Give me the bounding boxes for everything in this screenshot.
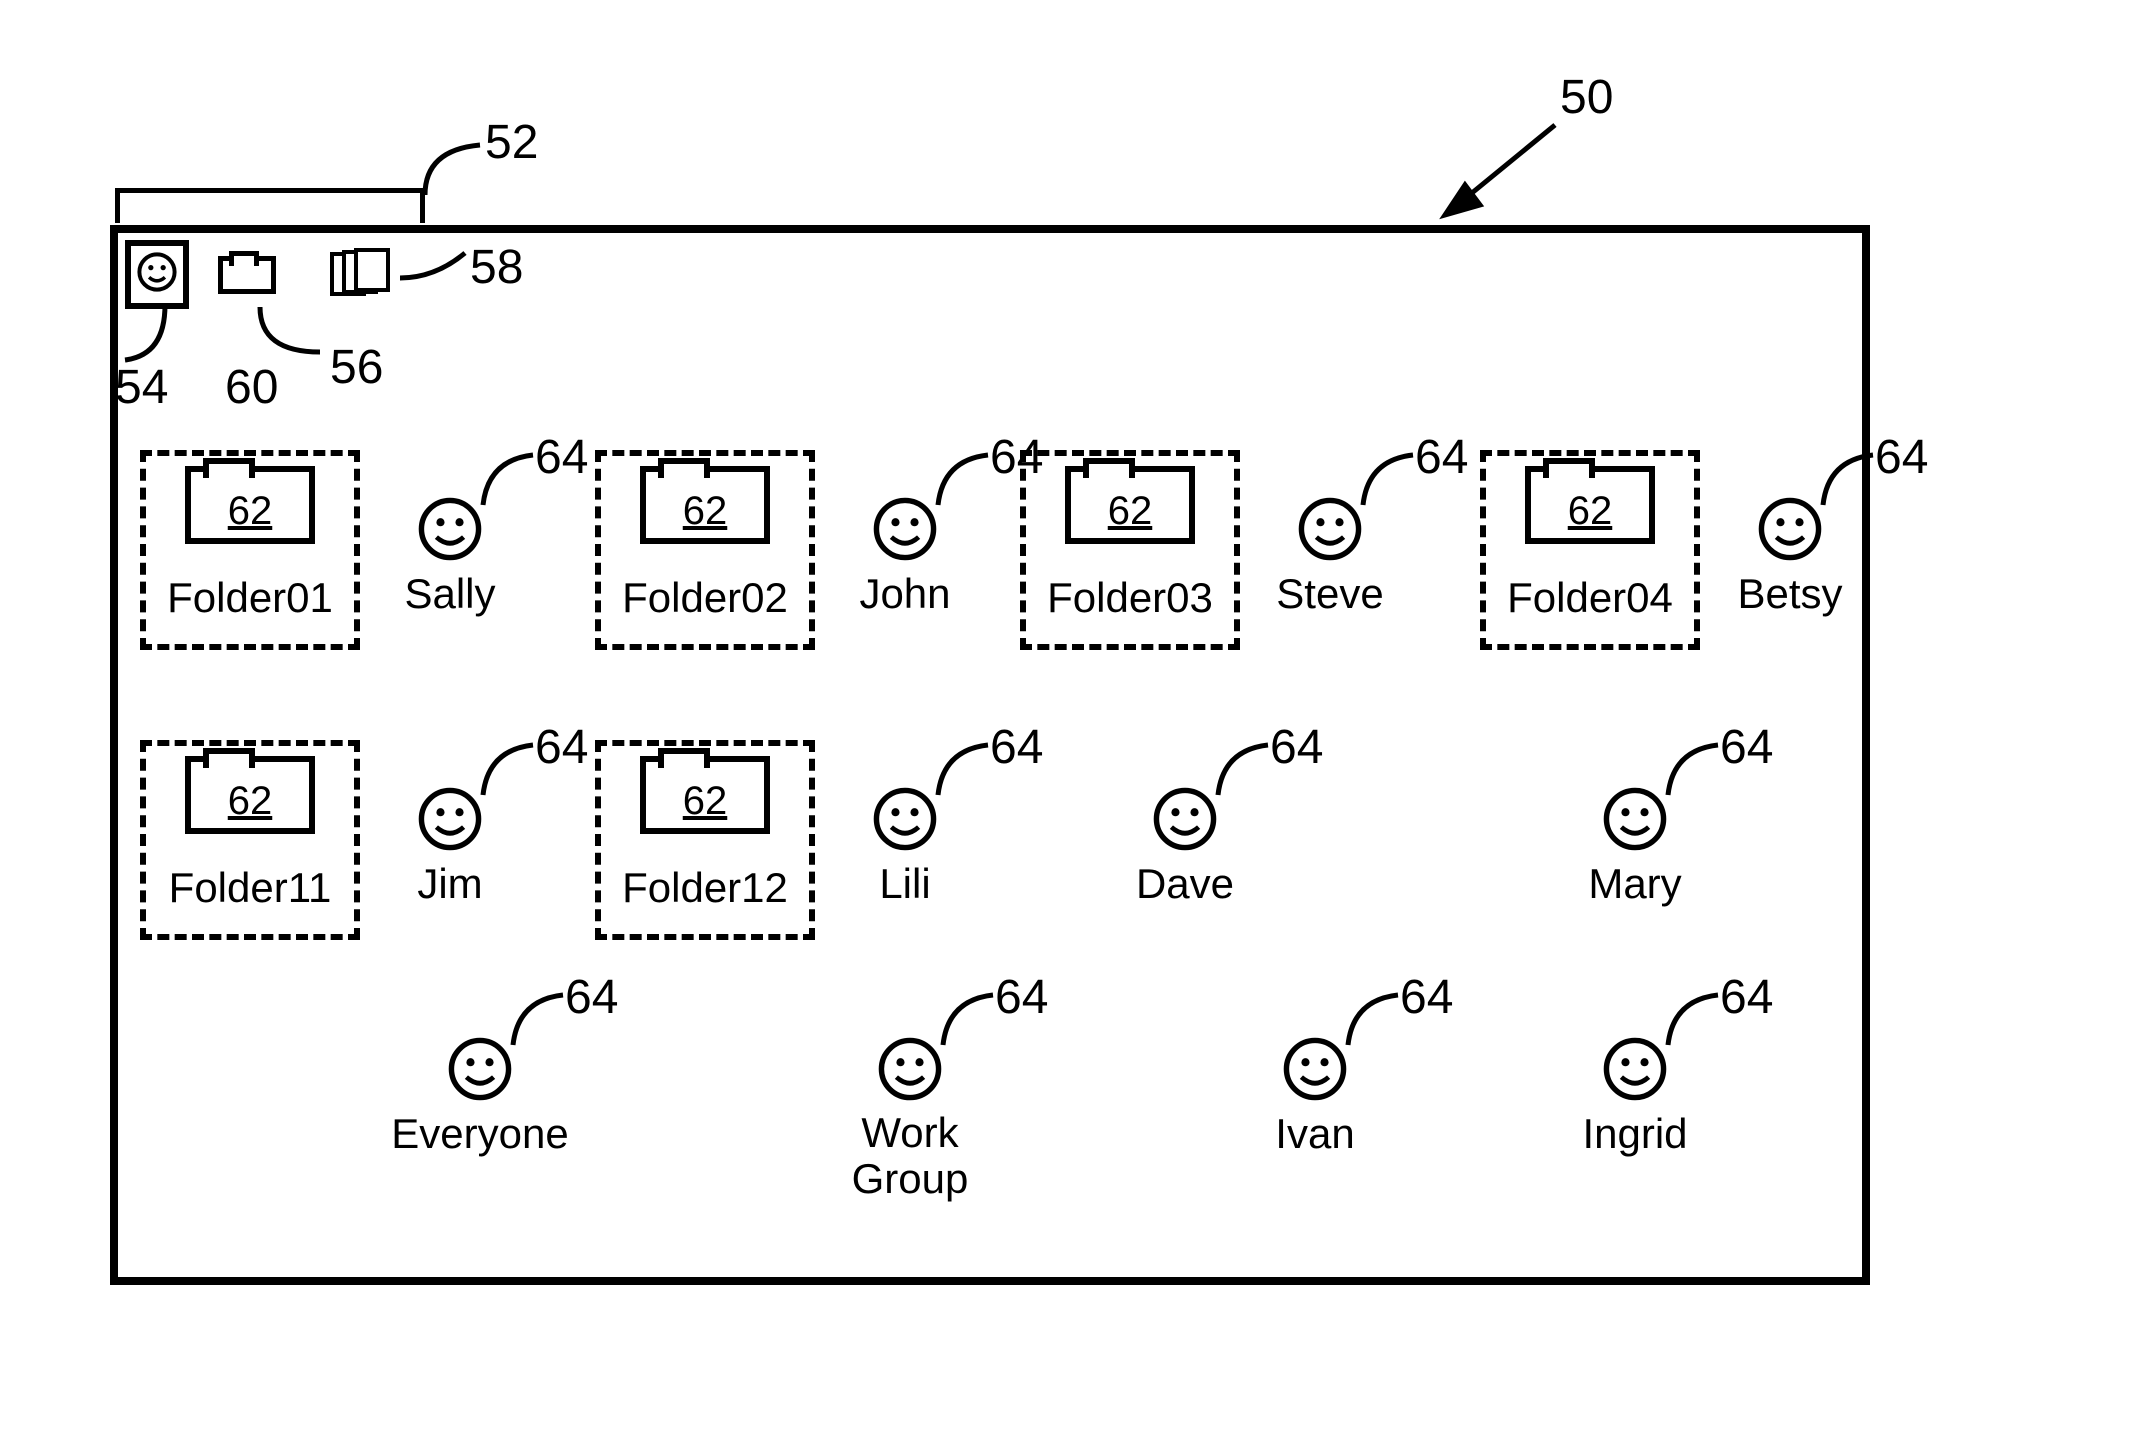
folder-item[interactable]: 62 Folder03 [1020, 450, 1240, 650]
smile-icon [135, 250, 179, 294]
ref-64: 64 [1720, 720, 1773, 775]
person-label: Steve [1255, 570, 1405, 618]
toolbar-bracket [115, 188, 425, 223]
diagram-canvas: 50 52 54 56 [0, 0, 2137, 1434]
person-item[interactable]: Work Group [800, 1035, 1020, 1202]
person-item[interactable]: Ingrid [1560, 1035, 1710, 1158]
smile-icon [1281, 1035, 1349, 1103]
smile-icon [1601, 1035, 1669, 1103]
ref-54: 54 [115, 360, 168, 415]
folder-item[interactable]: 62 Folder01 [140, 450, 360, 650]
ref-56: 56 [330, 340, 383, 395]
folder-item[interactable]: 62 Folder11 [140, 740, 360, 940]
person-label: John [830, 570, 980, 618]
folder-label: Folder01 [146, 574, 354, 622]
person-label: Everyone [370, 1110, 590, 1158]
ref-64: 64 [995, 970, 1048, 1025]
ref-64: 64 [535, 430, 588, 485]
smile-icon [1151, 785, 1219, 853]
person-label: Lili [830, 860, 980, 908]
folder-inner-ref: 62 [191, 762, 309, 840]
folder-icon: 62 [185, 466, 315, 544]
folder-item[interactable]: 62 Folder02 [595, 450, 815, 650]
ref-64: 64 [1400, 970, 1453, 1025]
person-item[interactable]: Ivan [1240, 1035, 1390, 1158]
folder-item[interactable]: 62 Folder04 [1480, 450, 1700, 650]
person-label: Ivan [1240, 1110, 1390, 1158]
person-label: Betsy [1715, 570, 1865, 618]
person-item[interactable]: Everyone [370, 1035, 590, 1158]
ref-64: 64 [1270, 720, 1323, 775]
stack-icon [330, 248, 394, 298]
smile-icon [446, 1035, 514, 1103]
folder-view-button[interactable] [218, 256, 276, 294]
person-label: Dave [1110, 860, 1260, 908]
ref-60: 60 [225, 360, 278, 415]
folder-label: Folder11 [146, 864, 354, 912]
folder-inner-ref: 62 [646, 472, 764, 550]
ref-64: 64 [1720, 970, 1773, 1025]
folder-icon: 62 [640, 756, 770, 834]
smile-icon [871, 495, 939, 563]
smile-icon [416, 495, 484, 563]
ref-58: 58 [470, 240, 523, 295]
folder-label: Folder04 [1486, 574, 1694, 622]
person-item[interactable]: Betsy [1715, 495, 1865, 618]
person-item[interactable]: Jim [375, 785, 525, 908]
smile-icon [1601, 785, 1669, 853]
smile-icon [876, 1035, 944, 1103]
ref-64: 64 [1875, 430, 1928, 485]
folder-label: Folder12 [601, 864, 809, 912]
person-item[interactable]: Mary [1560, 785, 1710, 908]
folder-icon: 62 [185, 756, 315, 834]
person-item[interactable]: Steve [1255, 495, 1405, 618]
folder-label: Folder03 [1026, 574, 1234, 622]
person-label: Sally [375, 570, 525, 618]
ref-50: 50 [1560, 70, 1613, 125]
person-label: Work Group [800, 1110, 1020, 1202]
folder-icon [218, 256, 276, 294]
person-item[interactable]: Dave [1110, 785, 1260, 908]
files-view-button[interactable] [330, 248, 394, 298]
person-label: Jim [375, 860, 525, 908]
folder-item[interactable]: 62 Folder12 [595, 740, 815, 940]
smile-icon [871, 785, 939, 853]
person-item[interactable]: Lili [830, 785, 980, 908]
folder-icon: 62 [1525, 466, 1655, 544]
smile-icon [1756, 495, 1824, 563]
person-item[interactable]: Sally [375, 495, 525, 618]
folder-icon: 62 [640, 466, 770, 544]
folder-inner-ref: 62 [191, 472, 309, 550]
ref-64: 64 [990, 720, 1043, 775]
folder-icon: 62 [1065, 466, 1195, 544]
smile-icon [416, 785, 484, 853]
person-label: Mary [1560, 860, 1710, 908]
ref-64: 64 [565, 970, 618, 1025]
ref-64: 64 [1415, 430, 1468, 485]
folder-label: Folder02 [601, 574, 809, 622]
ref-64: 64 [535, 720, 588, 775]
folder-inner-ref: 62 [646, 762, 764, 840]
person-item[interactable]: John [830, 495, 980, 618]
folder-inner-ref: 62 [1531, 472, 1649, 550]
folder-inner-ref: 62 [1071, 472, 1189, 550]
people-view-button[interactable] [125, 240, 189, 309]
person-label: Ingrid [1560, 1110, 1710, 1158]
ref-52: 52 [485, 115, 538, 170]
smile-icon [1296, 495, 1364, 563]
